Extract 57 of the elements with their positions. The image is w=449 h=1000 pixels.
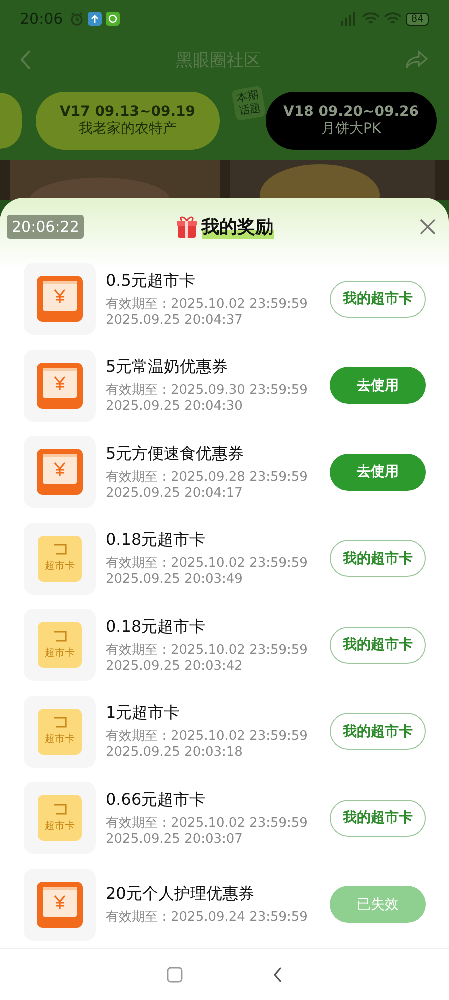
coupon-icon: [37, 882, 83, 928]
reward-title: 5元常温奶优惠券: [106, 357, 230, 378]
reward-title: 1元超市卡: [106, 703, 182, 724]
timestamp-label: 20:06:22: [7, 215, 84, 239]
battery-level: 84: [406, 12, 429, 26]
topic-chip[interactable]: [0, 93, 22, 149]
received-time: 2025.09.25 20:03:07: [106, 832, 244, 847]
app-notification-icon: [106, 12, 120, 26]
back-icon[interactable]: [272, 966, 282, 984]
reward-action-button[interactable]: 我的超市卡: [330, 626, 426, 664]
received-time: 2025.09.25 20:03:49: [106, 572, 244, 588]
reward-action-button[interactable]: 去使用: [330, 367, 426, 404]
reward-title: 0.18元超市卡: [106, 530, 207, 552]
reward-action-button[interactable]: 我的超市卡: [330, 800, 426, 837]
wifi-icon: [384, 12, 402, 26]
supermarket-card-icon: 超市卡: [38, 622, 82, 668]
reward-title: 20元个人护理优惠券: [106, 884, 256, 905]
expiry-date: 有效期至：2025.10.02 23:59:59: [106, 814, 309, 832]
received-time: 2025.09.25 20:04:30: [106, 399, 244, 414]
current-topic-badge: 本期话题: [231, 86, 266, 122]
coupon-icon: [37, 362, 83, 409]
reward-title: 0.5元超市卡: [106, 270, 196, 292]
signal-icon: [340, 12, 358, 26]
expiry-date: 有效期至：2025.10.02 23:59:59: [106, 642, 309, 659]
status-time: 20:06: [20, 10, 64, 28]
coupon-icon: [37, 276, 83, 322]
reward-action-button[interactable]: 我的超市卡: [330, 713, 426, 750]
expiry-date: 有效期至：2025.09.24 23:59:59: [106, 908, 309, 926]
reward-action-button[interactable]: 去使用: [330, 454, 426, 491]
close-icon[interactable]: [419, 218, 437, 236]
supermarket-card-icon: 超市卡: [38, 536, 82, 582]
upload-icon: [88, 12, 102, 26]
alarm-clock-icon: [70, 12, 84, 26]
reward-title: 5元方便速食优惠券: [106, 444, 246, 465]
reward-title: 0.18元超市卡: [106, 616, 207, 638]
wifi-icon: [362, 12, 380, 26]
supermarket-card-icon: 超市卡: [38, 708, 82, 755]
expiry-date: 有效期至：2025.10.02 23:59:59: [106, 296, 309, 313]
expiry-date: 有效期至：2025.10.02 23:59:59: [106, 728, 309, 746]
received-time: 2025.09.25 20:03:42: [106, 658, 244, 674]
gift-icon: [176, 215, 198, 239]
reward-title: 0.66元超市卡: [106, 790, 207, 811]
reward-action-button[interactable]: 我的超市卡: [330, 280, 426, 318]
topic-chip[interactable]: V17 09.13~09.19 我老家的农特产: [36, 92, 220, 150]
supermarket-card-icon: 超市卡: [38, 795, 82, 842]
expiry-date: 有效期至：2025.10.02 23:59:59: [106, 555, 309, 572]
received-time: 2025.09.25 20:03:18: [106, 745, 244, 760]
received-time: 2025.09.25 20:04:17: [106, 486, 244, 501]
received-time: 2025.09.25 20:04:37: [106, 312, 244, 328]
coupon-icon: [37, 449, 83, 496]
reward-action-button[interactable]: 我的超市卡: [330, 540, 426, 578]
share-icon[interactable]: [405, 50, 429, 70]
sheet-title: 我的奖励: [202, 215, 274, 239]
topic-chip[interactable]: V18 09.20~09.26 月饼大PK: [266, 92, 437, 150]
home-icon[interactable]: [166, 967, 182, 983]
expiry-date: 有效期至：2025.09.28 23:59:59: [106, 468, 309, 486]
expiry-date: 有效期至：2025.09.30 23:59:59: [106, 382, 309, 400]
